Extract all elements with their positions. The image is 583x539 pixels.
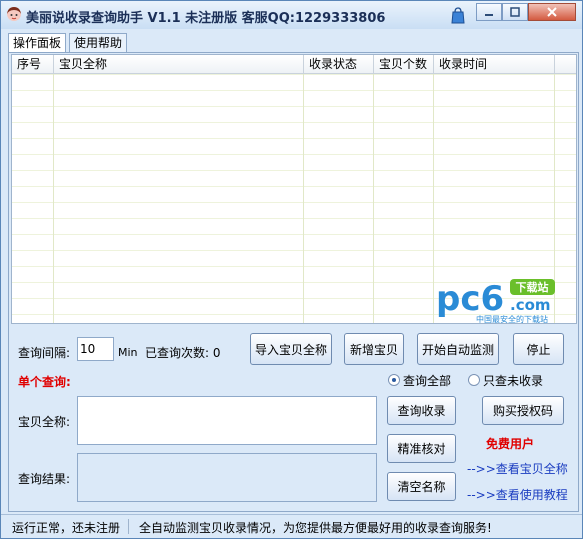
- item-name-field[interactable]: [77, 396, 377, 445]
- column-divider: [373, 74, 374, 323]
- app-window: 美丽说收录查询助手 V1.1 未注册版 客服QQ:1229333806 操作面板…: [0, 0, 583, 539]
- query-result-field: [77, 453, 377, 502]
- query-result-label: 查询结果:: [18, 472, 71, 486]
- radio-query-all[interactable]: [388, 374, 400, 386]
- minimize-button[interactable]: [476, 3, 502, 21]
- query-count-label: 已查询次数: 0: [145, 346, 221, 360]
- status-bar: 运行正常，还未注册 全自动监测宝贝收录情况，为您提供最方便最好用的收录查询服务!: [1, 514, 582, 538]
- buy-license-button[interactable]: 购买授权码: [482, 396, 564, 425]
- add-item-button[interactable]: 新增宝贝: [344, 333, 404, 365]
- view-items-link[interactable]: -->>查看宝贝全称: [467, 460, 568, 477]
- girl-avatar-icon: [7, 7, 21, 21]
- status-separator: [128, 519, 129, 534]
- shopping-bag-icon[interactable]: [450, 6, 466, 24]
- watermark-logo-text: pc6: [436, 279, 504, 319]
- column-header-item-count[interactable]: 宝贝个数: [374, 55, 434, 73]
- minimize-icon: [485, 14, 493, 16]
- item-name-label: 宝贝全称:: [18, 415, 71, 429]
- column-header-item-name[interactable]: 宝贝全称: [54, 55, 304, 73]
- stop-button[interactable]: 停止: [513, 333, 564, 365]
- interval-unit-label: Min: [118, 346, 138, 359]
- status-message: 全自动监测宝贝收录情况，为您提供最方便最好用的收录查询服务!: [139, 521, 492, 535]
- status-text: 运行正常，还未注册: [12, 521, 121, 535]
- pc6-watermark-logo: pc6 下载站 .com 中国最安全的下载站: [436, 279, 555, 324]
- query-index-button[interactable]: 查询收录: [387, 396, 456, 425]
- column-divider: [433, 74, 434, 323]
- interval-input[interactable]: [77, 337, 114, 361]
- radio-query-all-label[interactable]: 查询全部: [403, 372, 451, 389]
- import-items-button[interactable]: 导入宝贝全称: [250, 333, 332, 365]
- watermark-download-badge: 下载站: [516, 280, 549, 294]
- free-user-label: 免费用户: [486, 437, 535, 451]
- maximize-icon: [510, 7, 520, 17]
- window-controls: [476, 3, 580, 23]
- watermark-dot-com: .com: [510, 296, 551, 314]
- start-monitor-button[interactable]: 开始自动监测: [417, 333, 499, 365]
- radio-unindexed-only-label[interactable]: 只查未收录: [483, 372, 543, 389]
- tab-operation-panel[interactable]: 操作面板: [8, 33, 66, 53]
- column-header-index-status[interactable]: 收录状态: [304, 55, 374, 73]
- single-query-label: 单个查询:: [18, 375, 71, 389]
- column-header-index[interactable]: 序号: [12, 55, 54, 73]
- maximize-button[interactable]: [502, 3, 528, 21]
- close-icon: [547, 7, 557, 17]
- precise-verify-button[interactable]: 精准核对: [387, 434, 456, 463]
- view-tutorial-link[interactable]: -->>查看使用教程: [467, 486, 568, 503]
- close-button[interactable]: [528, 3, 576, 21]
- column-divider: [53, 74, 54, 323]
- interval-label: 查询间隔:: [18, 346, 71, 360]
- column-divider: [303, 74, 304, 323]
- column-header-index-time[interactable]: 收录时间: [434, 55, 555, 73]
- tab-help[interactable]: 使用帮助: [69, 33, 127, 52]
- watermark-slogan: 中国最安全的下载站: [476, 314, 548, 324]
- window-title: 美丽说收录查询助手 V1.1 未注册版 客服QQ:1229333806: [26, 11, 386, 26]
- table-header: 序号 宝贝全称 收录状态 宝贝个数 收录时间: [12, 55, 576, 74]
- radio-unindexed-only[interactable]: [468, 374, 480, 386]
- clear-name-button[interactable]: 清空名称: [387, 472, 456, 501]
- title-bar[interactable]: 美丽说收录查询助手 V1.1 未注册版 客服QQ:1229333806: [1, 1, 582, 29]
